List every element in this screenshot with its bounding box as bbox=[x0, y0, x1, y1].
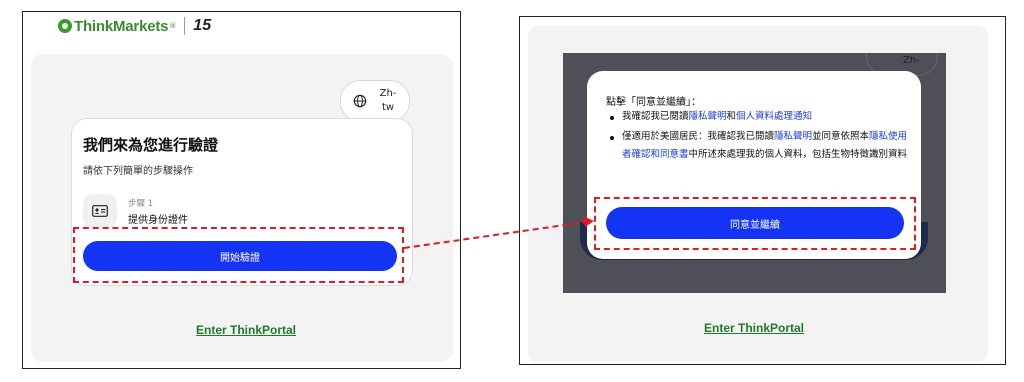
enter-thinkportal-link[interactable]: Enter ThinkPortal bbox=[196, 323, 296, 337]
privacy-statement-link[interactable]: 隱私聲明 bbox=[774, 131, 812, 142]
step-number-label: 步驟 1 bbox=[128, 199, 154, 209]
step-icon-box bbox=[83, 194, 117, 228]
personal-data-notice-link[interactable]: 個人資料處理通知 bbox=[736, 111, 812, 122]
logo-brand-text: ThinkMarkets bbox=[74, 17, 169, 35]
highlight-box-agree-button bbox=[594, 197, 916, 250]
bullet-dot bbox=[610, 116, 614, 120]
logo-trademark: ® bbox=[169, 22, 177, 30]
privacy-statement-link[interactable]: 隱私聲明 bbox=[689, 111, 727, 122]
background-language-label: Zh- bbox=[903, 55, 920, 66]
globe-icon bbox=[353, 94, 367, 108]
consent-text: 僅適用於美國居民：我確認我已閱讀 bbox=[622, 131, 775, 142]
consent-text: 並同意依照本 bbox=[812, 131, 870, 142]
consent-bullet-privacy: 我確認我已閱讀隱私聲明和個人資料處理通知 bbox=[622, 108, 912, 126]
consent-bullet-us-residents: 僅適用於美國居民：我確認我已閱讀隱私聲明並同意依照本隱私使用者確認和同意書中所述… bbox=[622, 128, 914, 164]
enter-thinkportal-link[interactable]: Enter ThinkPortal bbox=[704, 321, 804, 335]
language-label: Zh-tw bbox=[379, 88, 397, 113]
logo-separator bbox=[184, 17, 186, 35]
consent-text: 我確認我已閱讀 bbox=[622, 111, 689, 122]
consent-text: 和 bbox=[726, 111, 737, 122]
step-description: 提供身份證件 bbox=[128, 215, 188, 226]
verification-subtitle: 請依下列簡單的步驟操作 bbox=[83, 166, 193, 177]
anniversary-badge: 15 bbox=[193, 17, 212, 34]
bullet-dot bbox=[610, 136, 614, 140]
id-card-icon bbox=[92, 205, 108, 217]
thinkmarkets-logo: ThinkMarkets ® 15 bbox=[58, 15, 211, 37]
logo-mark-icon bbox=[58, 19, 72, 33]
highlight-box-start-button bbox=[73, 227, 404, 283]
language-selector[interactable]: Zh-tw bbox=[340, 80, 410, 122]
consent-text: 中所述來處理我的個人資料，包括生物特徵識別資料 bbox=[688, 149, 908, 160]
verification-title: 我們來為您進行驗證 bbox=[83, 136, 219, 154]
consent-modal-title: 點擊「同意並繼續」： bbox=[606, 97, 701, 108]
